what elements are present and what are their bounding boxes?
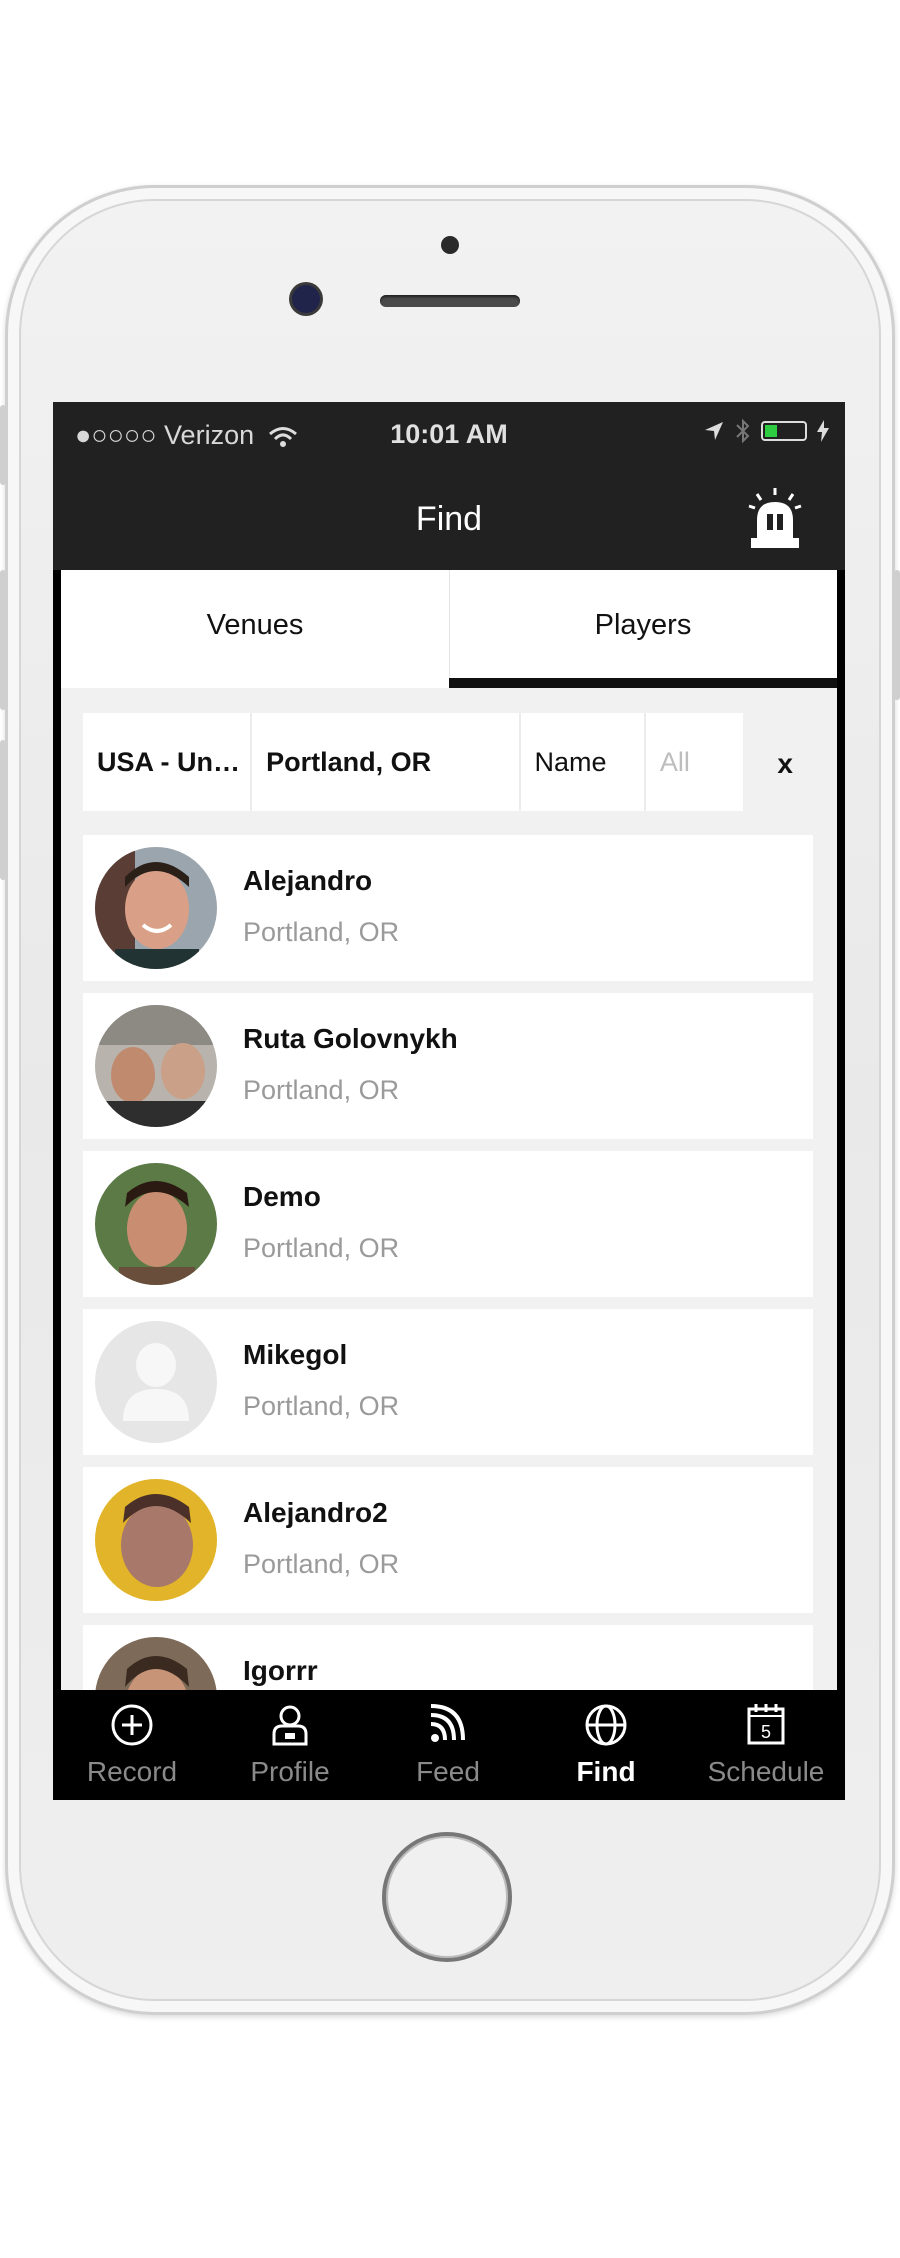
tab-feed[interactable]: Feed <box>369 1690 527 1800</box>
player-name: Ruta Golovnykh <box>243 1023 458 1054</box>
player-name: Mikegol <box>243 1339 348 1370</box>
segment-control: Venues Players <box>61 570 837 688</box>
filter-bar: USA - Un… Portland, OR Name All x <box>83 713 797 811</box>
nav-bar: Find <box>53 470 845 570</box>
volume-up-button <box>0 570 6 710</box>
tab-schedule-label: Schedule <box>707 1756 825 1787</box>
bluetooth-icon <box>736 418 750 444</box>
profile-icon <box>272 1705 308 1746</box>
tab-players[interactable]: Players <box>449 570 837 688</box>
list-item[interactable]: Mikegol Portland, OR <box>83 1309 813 1455</box>
field-filter[interactable]: Name <box>520 713 646 811</box>
tab-bar: Record Profile Feed Find 5 Schedule <box>53 1690 845 1800</box>
calendar-icon: 5 <box>747 1704 785 1745</box>
list-item[interactable]: Igorrr <box>83 1625 813 1690</box>
list-item[interactable]: Alejandro2 Portland, OR <box>83 1467 813 1613</box>
player-name: Demo <box>243 1181 321 1212</box>
tab-find-label: Find <box>576 1756 636 1787</box>
placeholder-person-icon <box>95 1321 217 1443</box>
power-button <box>894 570 900 700</box>
tab-selected-indicator <box>449 678 837 688</box>
volume-down-button <box>0 740 6 880</box>
tab-find[interactable]: Find <box>527 1690 685 1800</box>
charging-icon <box>817 420 829 442</box>
battery-icon <box>761 421 807 441</box>
status-right <box>703 418 829 444</box>
avatar <box>95 1637 217 1690</box>
rss-feed-icon <box>430 1704 465 1742</box>
list-item[interactable]: Ruta Golovnykh Portland, OR <box>83 993 813 1139</box>
list-item[interactable]: Alejandro Portland, OR <box>83 835 813 981</box>
player-name: Alejandro <box>243 865 373 896</box>
list-item[interactable]: Demo Portland, OR <box>83 1151 813 1297</box>
avatar <box>95 847 217 969</box>
player-location: Portland, OR <box>243 1549 400 1579</box>
front-camera <box>292 285 320 313</box>
tab-feed-label: Feed <box>416 1756 480 1787</box>
city-filter[interactable]: Portland, OR <box>252 713 521 811</box>
page-title: Find <box>415 500 483 538</box>
avatar <box>95 1005 217 1127</box>
player-location: Portland, OR <box>243 1233 400 1263</box>
value-filter[interactable]: All <box>645 713 744 811</box>
mute-switch <box>0 405 6 485</box>
tab-record[interactable]: Record <box>53 1690 211 1800</box>
player-name: Alejandro2 <box>243 1497 388 1528</box>
player-location: Portland, OR <box>243 1075 400 1105</box>
clear-filters-button[interactable]: x <box>743 713 797 811</box>
tab-profile-label: Profile <box>250 1756 330 1787</box>
location-arrow-icon <box>705 422 723 440</box>
calendar-day-number: 5 <box>761 1722 771 1742</box>
tab-players-label: Players <box>594 609 692 641</box>
earpiece-speaker <box>380 295 520 307</box>
avatar <box>95 1163 217 1285</box>
players-list: Alejandro Portland, OR Ruta Golovnykh Po… <box>83 835 813 1690</box>
alarm-light-icon[interactable] <box>743 486 807 552</box>
globe-icon <box>585 1704 627 1746</box>
tab-venues-label: Venues <box>206 609 304 641</box>
player-location: Portland, OR <box>243 1391 400 1421</box>
tab-venues[interactable]: Venues <box>61 570 450 688</box>
players-content: USA - Un… Portland, OR Name All x Alejan… <box>61 688 837 1690</box>
tab-profile[interactable]: Profile <box>211 1690 369 1800</box>
player-name: Igorrr <box>243 1655 318 1686</box>
avatar <box>95 1479 217 1601</box>
country-filter[interactable]: USA - Un… <box>83 713 253 811</box>
player-location: Portland, OR <box>243 917 400 947</box>
home-button[interactable] <box>382 1832 512 1962</box>
app-screen: ●○○○○ Verizon 10:01 AM Find Venues Playe… <box>53 402 845 1800</box>
status-bar: ●○○○○ Verizon 10:01 AM <box>53 402 845 470</box>
proximity-sensor <box>441 236 459 254</box>
tab-schedule[interactable]: 5 Schedule <box>687 1690 845 1800</box>
plus-circle-icon <box>111 1704 153 1746</box>
tab-record-label: Record <box>86 1756 178 1787</box>
